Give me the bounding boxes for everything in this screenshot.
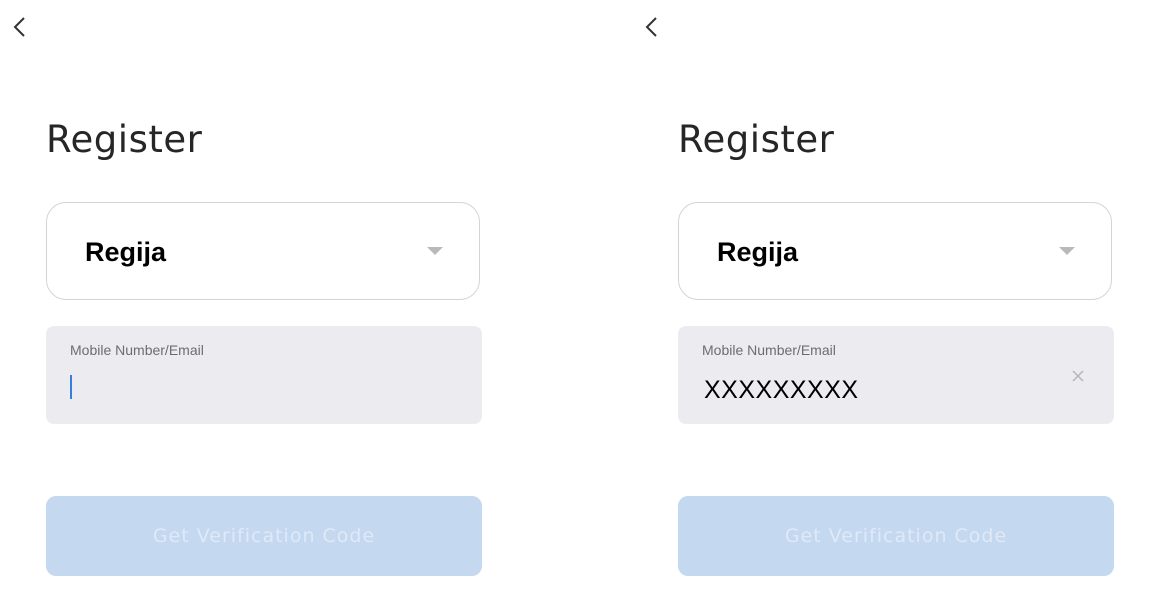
- page-title: Register: [678, 118, 835, 161]
- clear-icon[interactable]: [1070, 368, 1086, 384]
- region-dropdown[interactable]: Regija: [678, 202, 1112, 300]
- register-screen-filled: Register Regija Mobile Number/Email XXXX…: [632, 0, 1163, 597]
- dropdown-caret-icon: [1059, 247, 1075, 255]
- dropdown-caret-icon: [427, 247, 443, 255]
- back-button[interactable]: [4, 12, 34, 42]
- contact-input-label: Mobile Number/Email: [70, 342, 204, 358]
- contact-input-label: Mobile Number/Email: [702, 342, 836, 358]
- register-screen-empty: Register Regija Mobile Number/Email Get …: [0, 0, 545, 597]
- region-dropdown[interactable]: Regija: [46, 202, 480, 300]
- get-verification-code-button[interactable]: Get Verification Code: [678, 496, 1114, 576]
- contact-input[interactable]: Mobile Number/Email: [46, 326, 482, 424]
- back-button[interactable]: [636, 12, 666, 42]
- page-title: Register: [46, 118, 203, 161]
- contact-input[interactable]: Mobile Number/Email XXXXXXXXX: [678, 326, 1114, 424]
- region-value: Regija: [85, 237, 167, 267]
- text-cursor: [70, 375, 72, 399]
- back-arrow-icon: [13, 17, 25, 37]
- get-verification-code-button[interactable]: Get Verification Code: [46, 496, 482, 576]
- back-arrow-icon: [645, 17, 657, 37]
- region-value: Regija: [717, 237, 799, 267]
- contact-input-value: XXXXXXXXX: [704, 376, 859, 404]
